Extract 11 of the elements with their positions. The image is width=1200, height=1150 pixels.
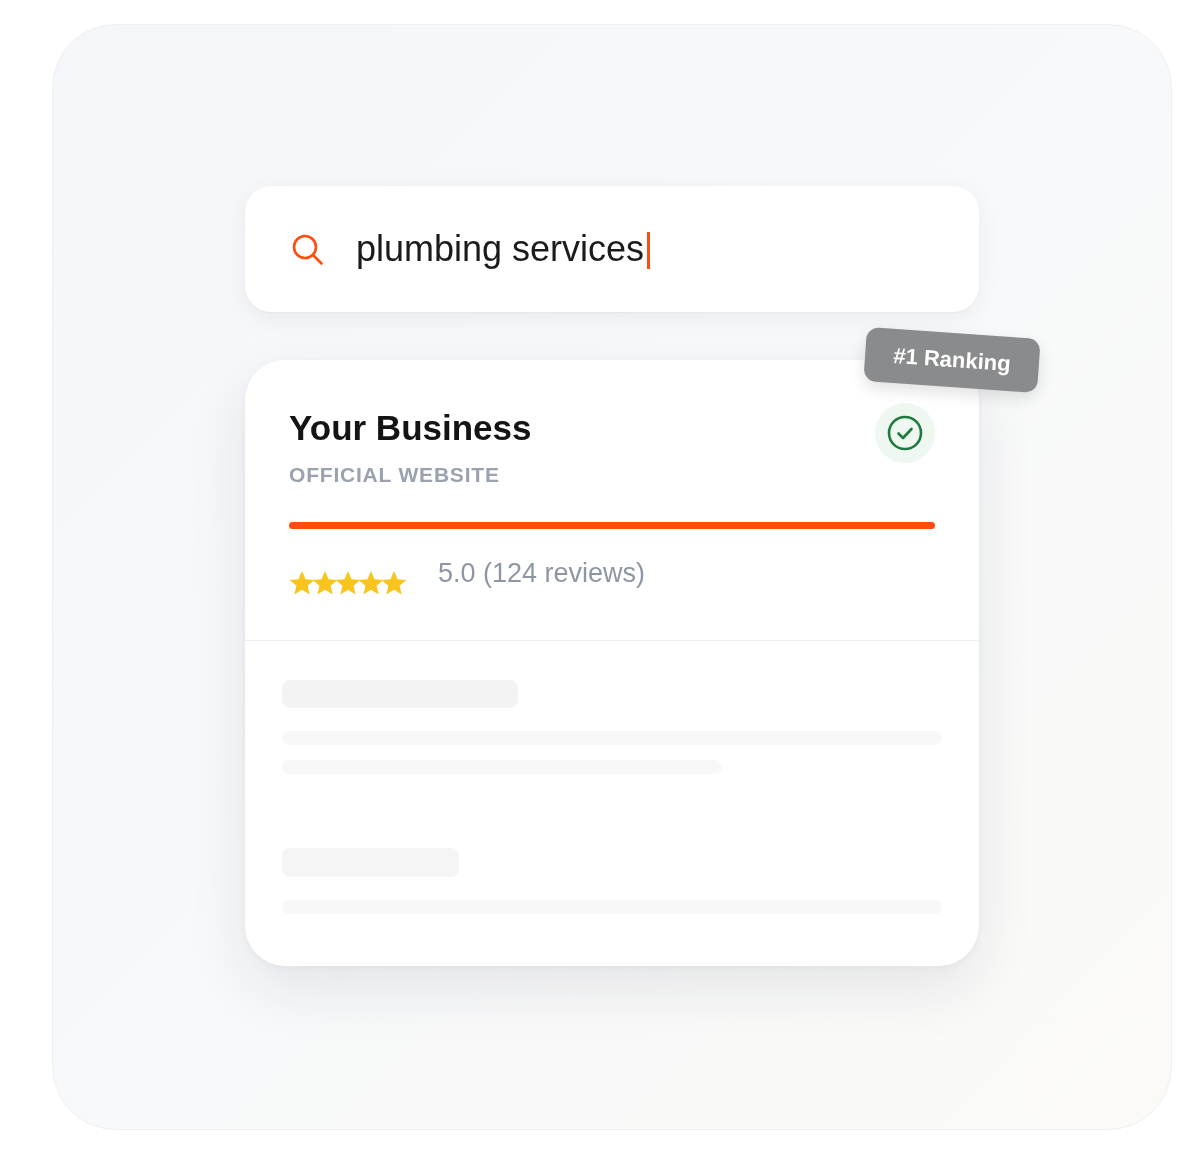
search-icon — [292, 233, 323, 265]
rating-text: 5.0 (124 reviews) — [438, 558, 646, 590]
star-icon — [289, 570, 315, 597]
business-title: Your Business — [289, 408, 532, 449]
ranking-badge: #1 Ranking — [863, 327, 1041, 393]
star-icon — [381, 570, 407, 597]
star-icon — [312, 570, 338, 597]
star-icon — [335, 570, 361, 597]
star-icon — [358, 570, 384, 597]
business-subtitle: OFFICIAL WEBSITE — [289, 463, 501, 488]
search-field[interactable]: plumbing services — [245, 186, 979, 312]
